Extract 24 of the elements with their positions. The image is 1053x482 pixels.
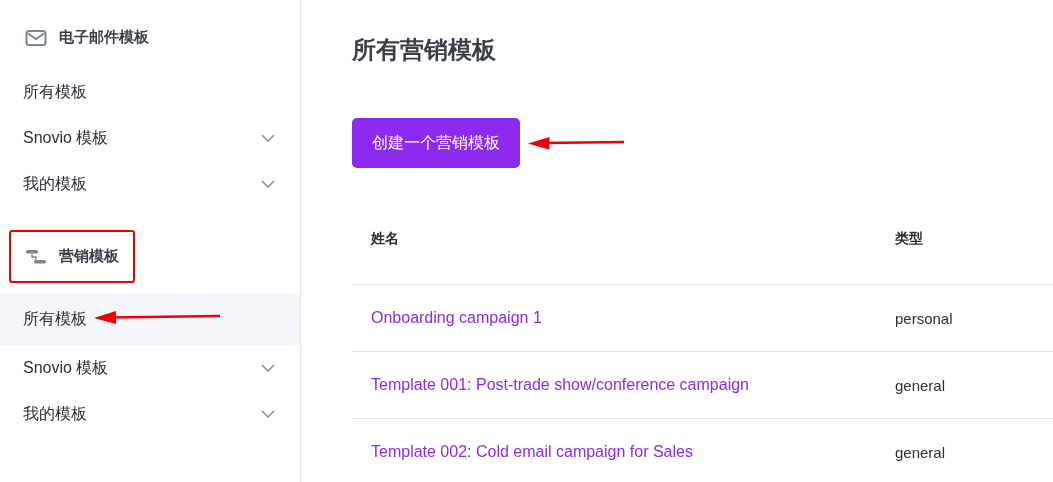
table-cell: general (895, 443, 946, 461)
chevron-down-icon (261, 410, 275, 418)
column-header: 类型 (895, 229, 923, 248)
column-header: 姓名 (370, 229, 400, 248)
sidebar-item[interactable]: Snovio 模板 (0, 115, 300, 161)
sidebar-item[interactable]: 所有模板 (0, 69, 300, 115)
chevron-down-icon (261, 180, 275, 188)
table-cell: general (895, 376, 946, 394)
sidebar-item[interactable]: 所有模板 (0, 293, 300, 345)
envelope-icon (25, 28, 47, 47)
template-link[interactable]: Template 001: Post-trade show/conference campaign (352, 376, 895, 394)
table-cell: personal (895, 309, 953, 327)
flow-icon (25, 247, 47, 266)
template-link[interactable]: Template 002: Cold email campaign for Sales (352, 443, 895, 461)
template-link[interactable]: Onboarding campaign 1 (352, 309, 895, 327)
create-template-button[interactable]: 创建一个营销模板 (352, 118, 520, 168)
sidebar-item[interactable]: 我的模板 (0, 161, 300, 207)
page-title: 所有营销模板 (352, 35, 497, 65)
section-title: 电子邮件模板 (59, 28, 149, 47)
sidebar-item[interactable]: 我的模板 (0, 391, 300, 437)
section-title: 营销模板 (59, 247, 119, 266)
sidebar-item[interactable]: Snovio 模板 (0, 345, 300, 391)
chevron-down-icon (261, 364, 275, 372)
chevron-down-icon (261, 134, 275, 142)
